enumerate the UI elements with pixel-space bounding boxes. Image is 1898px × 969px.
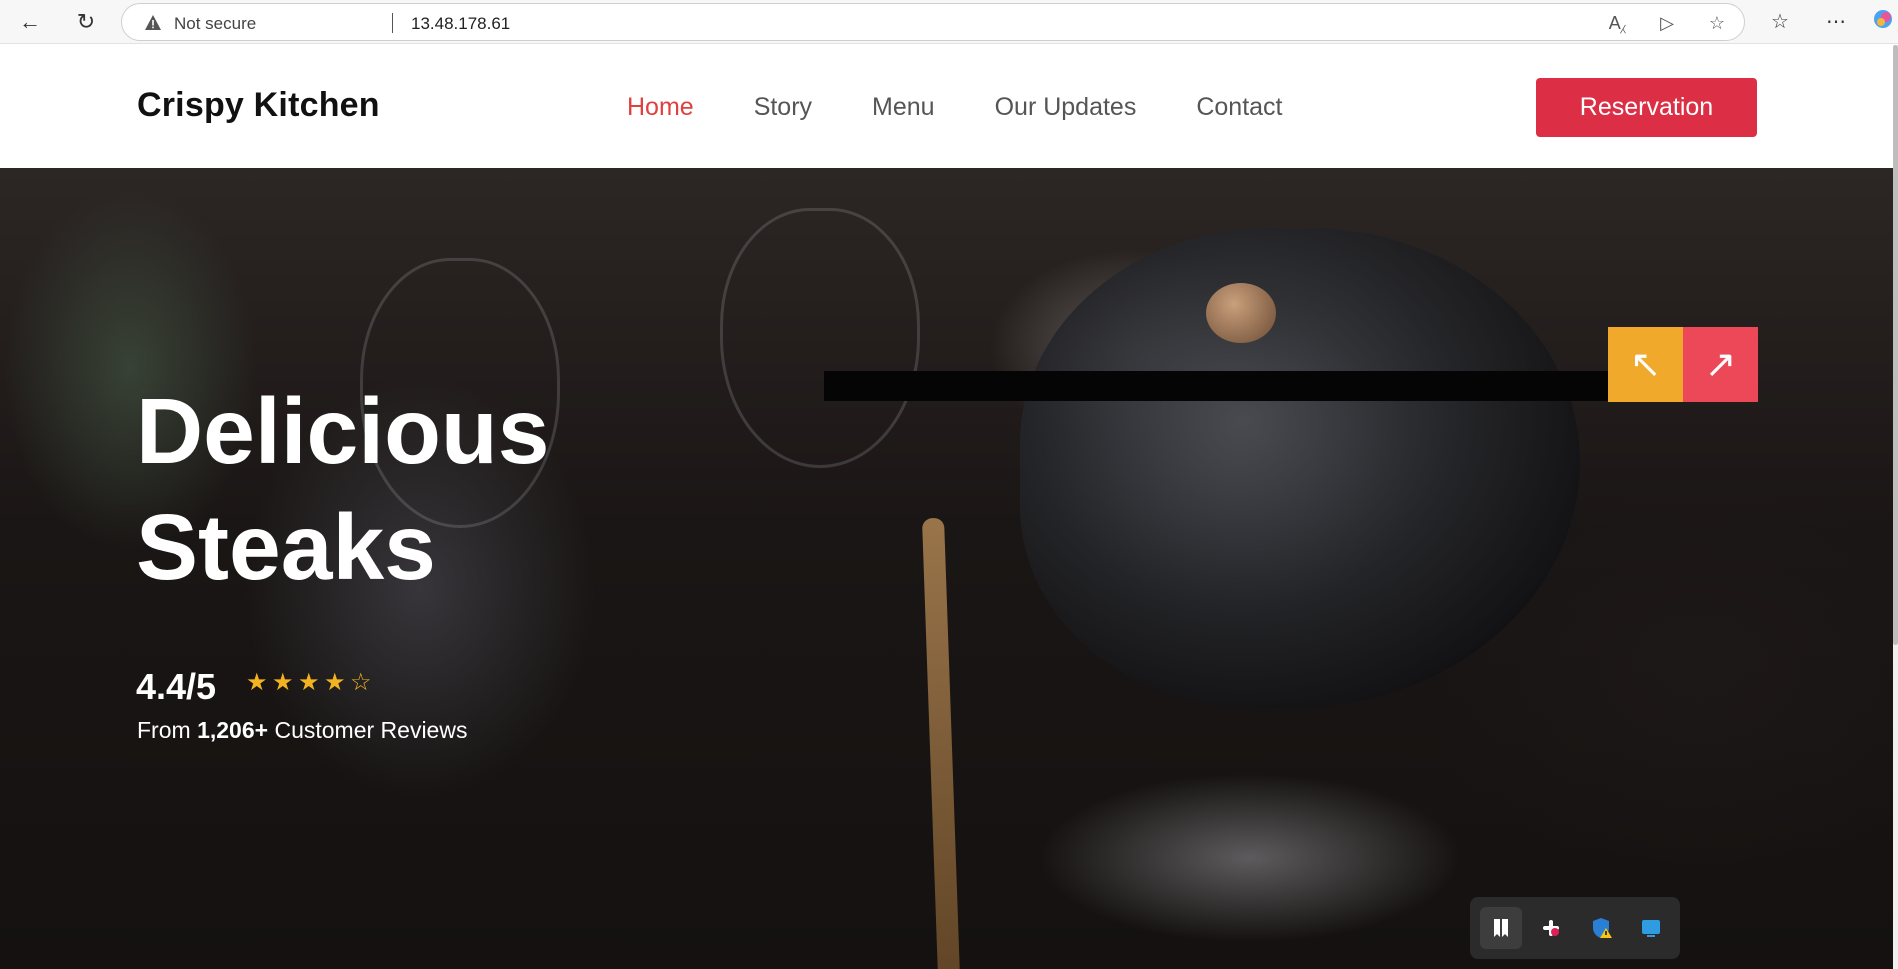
slack-icon[interactable] (1530, 907, 1572, 949)
nav-home[interactable]: Home (627, 93, 694, 122)
arrow-up-right-icon: ↗ (1704, 344, 1737, 386)
floating-dock (1470, 897, 1680, 959)
star-filled-icon: ★ (246, 669, 268, 696)
teapot-image (1020, 228, 1580, 708)
url-text[interactable]: 13.48.178.61 (411, 14, 510, 34)
brand-logo[interactable]: Crispy Kitchen (137, 86, 380, 125)
wine-glass-image (720, 208, 920, 468)
scrollbar-thumb[interactable] (1893, 45, 1898, 645)
hero-title-line1: Delicious (136, 379, 550, 483)
favorites-icon[interactable]: ☆ (1766, 8, 1794, 36)
refresh-icon[interactable]: ↻ (70, 6, 102, 38)
reviews-prefix: From (137, 717, 191, 743)
rating-stars: ★ ★ ★ ★ ☆ (246, 669, 372, 696)
reviews-count: 1,206+ (197, 717, 269, 743)
star-filled-icon: ★ (324, 669, 346, 696)
hero-title: Delicious Steaks (136, 373, 549, 605)
pouring-sauce-image (921, 517, 961, 969)
browser-toolbar: ← ↻ Not secure 13.48.178.61 A⁁ ▷ ☆ ☆ ⋯ (0, 0, 1898, 44)
image-artifact-strip (824, 371, 1608, 401)
nav-contact[interactable]: Contact (1196, 93, 1282, 122)
rating-value: 4.4/5 (136, 666, 217, 707)
page-scrollbar[interactable] (1893, 45, 1898, 969)
bookmark-app-icon[interactable] (1480, 907, 1522, 949)
hero-section: Delicious Steaks 4.4/5 ★ ★ ★ ★ ☆ From 1,… (0, 168, 1893, 969)
divider (392, 13, 393, 33)
star-empty-icon: ☆ (350, 669, 372, 696)
read-aloud-icon[interactable]: A⁁ (1606, 12, 1628, 34)
security-label[interactable]: Not secure (174, 14, 256, 34)
reviews-suffix: Customer Reviews (274, 717, 468, 743)
slider-prev-button[interactable]: ↖ (1608, 327, 1683, 402)
security-warning-icon[interactable] (1580, 907, 1622, 949)
nav-our-updates[interactable]: Our Updates (995, 93, 1137, 122)
nav-story[interactable]: Story (754, 93, 812, 122)
reservation-button[interactable]: Reservation (1536, 78, 1757, 137)
star-filled-icon: ★ (298, 669, 320, 696)
address-bar[interactable]: Not secure 13.48.178.61 A⁁ ▷ ☆ (121, 3, 1745, 41)
favorite-star-icon[interactable]: ☆ (1706, 12, 1728, 34)
nav-menu[interactable]: Menu (872, 93, 935, 122)
star-filled-icon: ★ (272, 669, 294, 696)
main-nav: Home Story Menu Our Updates Contact (627, 93, 1343, 122)
window-app-icon[interactable] (1630, 907, 1672, 949)
site-header: Crispy Kitchen Home Story Menu Our Updat… (0, 45, 1893, 168)
arrow-up-left-icon: ↖ (1629, 344, 1662, 386)
teapot-knob-image (1206, 283, 1276, 343)
more-icon[interactable]: ⋯ (1822, 8, 1850, 36)
warning-icon[interactable] (144, 14, 162, 32)
reviews-text: From 1,206+ Customer Reviews (137, 717, 467, 744)
copilot-icon[interactable] (1872, 8, 1894, 36)
back-icon[interactable]: ← (14, 6, 46, 38)
immersive-reader-icon[interactable]: ▷ (1656, 12, 1678, 34)
hero-title-line2: Steaks (136, 495, 436, 599)
slider-next-button[interactable]: ↗ (1683, 327, 1758, 402)
